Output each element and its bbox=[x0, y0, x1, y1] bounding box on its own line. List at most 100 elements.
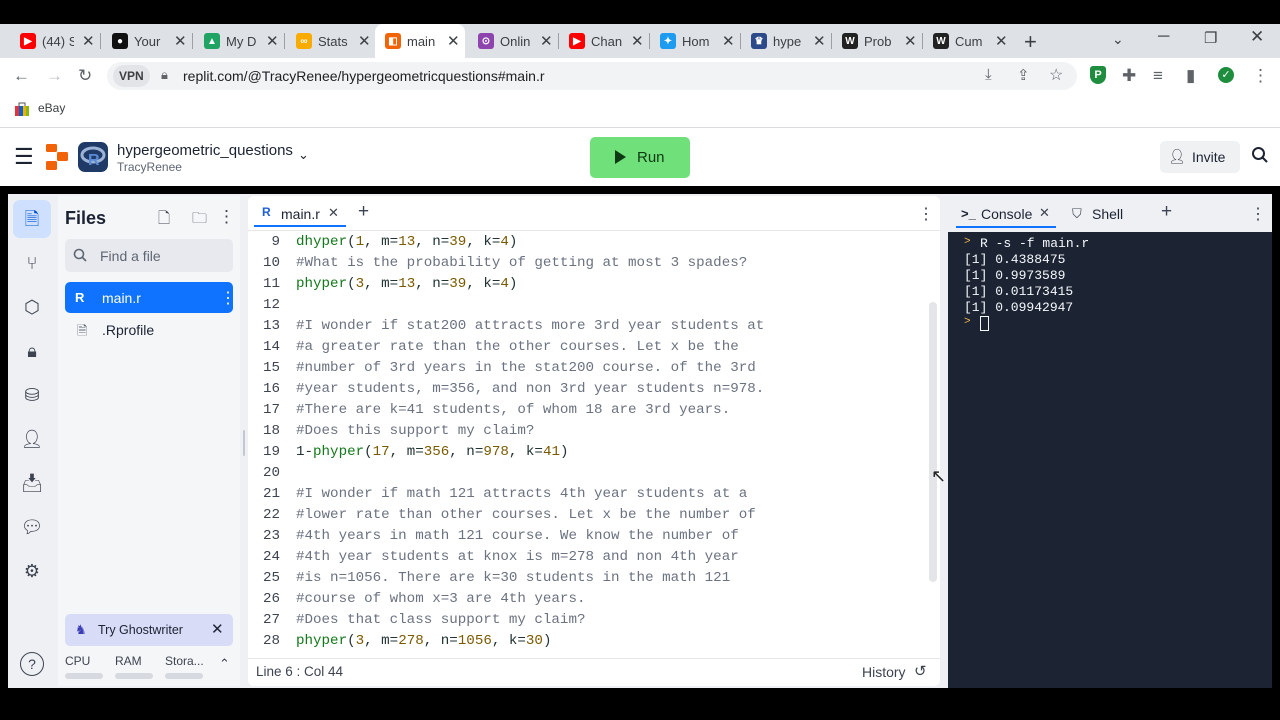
tab-console[interactable]: >_ Console ✕ bbox=[956, 200, 1056, 228]
editor-more-icon[interactable]: ⋮ bbox=[918, 204, 934, 224]
close-icon[interactable]: ✕ bbox=[82, 32, 95, 50]
repl-owner[interactable]: TracyRenee bbox=[117, 160, 182, 174]
new-tab-icon[interactable]: + bbox=[358, 201, 369, 223]
media-control-icon[interactable]: ≡ bbox=[1153, 66, 1163, 86]
file-icon[interactable]: 🗎︎ bbox=[20, 207, 44, 231]
code-line[interactable]: 1-phyper(17, m=356, n=978, k=41) bbox=[296, 444, 569, 460]
browser-tab[interactable]: ⊙ Onlin ✕ bbox=[468, 24, 556, 58]
forward-icon[interactable]: → bbox=[46, 66, 63, 86]
close-icon[interactable]: ✕ bbox=[813, 32, 826, 50]
ghostwriter-banner[interactable]: ♞ Try Ghostwriter ✕ bbox=[65, 614, 233, 646]
close-icon[interactable]: ✕ bbox=[904, 32, 917, 50]
console-more-icon[interactable]: ⋮ bbox=[1250, 204, 1266, 224]
secrets-lock-icon[interactable]: 🔒︎ bbox=[20, 339, 44, 363]
new-file-icon[interactable]: 🗋︎ bbox=[158, 208, 170, 233]
chevron-up-icon[interactable]: ⌃ bbox=[219, 656, 230, 672]
side-panel-icon[interactable]: ▮ bbox=[1186, 66, 1195, 86]
install-icon[interactable]: ⤓ bbox=[985, 66, 992, 83]
console-output[interactable]: > R -s -f main.r [1] 0.4388475 [1] 0.9973… bbox=[948, 232, 1272, 688]
search-icon[interactable] bbox=[1251, 146, 1269, 169]
share-icon[interactable]: ⇪ bbox=[1017, 66, 1030, 84]
code-line[interactable]: phyper(3, m=13, n=39, k=4) bbox=[296, 276, 517, 292]
close-icon[interactable]: ✕ bbox=[1039, 205, 1050, 221]
extensions-puzzle-icon[interactable]: ✚ bbox=[1122, 66, 1136, 86]
close-window-icon[interactable]: ✕ bbox=[1250, 27, 1264, 47]
restore-icon[interactable]: ❐ bbox=[1204, 29, 1217, 47]
code-line[interactable]: #I wonder if math 121 attracts 4th year … bbox=[296, 486, 747, 502]
bookmark-star-icon[interactable]: ☆ bbox=[1049, 65, 1063, 85]
code-line[interactable]: #year students, m=356, and non 3rd year … bbox=[296, 381, 764, 397]
repl-title[interactable]: hypergeometric_questions bbox=[117, 142, 293, 159]
back-icon[interactable]: ← bbox=[13, 66, 30, 86]
browser-tab[interactable]: ∞ Stats ✕ bbox=[286, 24, 374, 58]
browser-tab[interactable]: W Prob ✕ bbox=[832, 24, 920, 58]
code-line[interactable]: #There are k=41 students, of whom 18 are… bbox=[296, 402, 730, 418]
resource-meters[interactable]: CPU RAM Stora... ⌃ bbox=[65, 654, 240, 682]
close-icon[interactable]: ✕ bbox=[447, 32, 460, 50]
menu-icon[interactable]: ☰ bbox=[14, 146, 34, 168]
find-file-input[interactable]: Find a file bbox=[65, 239, 233, 272]
extension-shield-icon[interactable]: P bbox=[1090, 66, 1106, 84]
chat-icon[interactable]: 💬︎ bbox=[20, 515, 44, 539]
browser-tab[interactable]: ● Your ✕ bbox=[102, 24, 190, 58]
close-icon[interactable]: ✕ bbox=[540, 32, 553, 50]
file-more-icon[interactable]: ⋮ bbox=[220, 288, 236, 308]
close-icon[interactable]: ✕ bbox=[328, 205, 339, 221]
history-icon[interactable]: ↺ bbox=[914, 662, 927, 680]
code-line[interactable]: #a greater rate than the other courses. … bbox=[296, 339, 739, 355]
tab-search-icon[interactable]: ⌄ bbox=[1112, 31, 1124, 48]
history-label[interactable]: History bbox=[862, 664, 906, 680]
code-line[interactable]: #number of 3rd years in the stat200 cour… bbox=[296, 360, 756, 376]
inbox-icon[interactable]: 📥︎ bbox=[20, 471, 44, 495]
code-line[interactable]: #course of whom x=3 are 4th years. bbox=[296, 591, 585, 607]
browser-tab[interactable]: W Cum ✕ bbox=[923, 24, 1011, 58]
bookmark-ebay[interactable]: eBay bbox=[38, 101, 65, 115]
code-line[interactable]: #lower rate than other courses. Let x be… bbox=[296, 507, 756, 523]
code-line[interactable]: dhyper(1, m=13, n=39, k=4) bbox=[296, 234, 517, 250]
editor-tab-main-r[interactable]: R main.r ✕ bbox=[254, 201, 346, 227]
code-line[interactable]: #Does that class support my claim? bbox=[296, 612, 585, 628]
close-icon[interactable]: ✕ bbox=[995, 32, 1008, 50]
profile-check-icon[interactable]: ✓ bbox=[1218, 67, 1234, 83]
browser-tab[interactable]: ▶ Chan ✕ bbox=[559, 24, 647, 58]
database-icon[interactable]: ⛁ bbox=[20, 383, 44, 407]
code-line[interactable]: phyper(3, m=278, n=1056, k=30) bbox=[296, 633, 551, 649]
vpn-badge[interactable]: VPN bbox=[113, 65, 150, 87]
code-line[interactable]: #4th years in math 121 course. We know t… bbox=[296, 528, 739, 544]
new-folder-icon[interactable]: 🗀︎ bbox=[192, 208, 207, 233]
invite-button[interactable]: 👤︎ Invite bbox=[1160, 141, 1240, 173]
reload-icon[interactable]: ↻ bbox=[78, 66, 92, 86]
close-icon[interactable]: ✕ bbox=[631, 32, 644, 50]
file-item-rprofile[interactable]: 🗎︎ .Rprofile bbox=[65, 316, 233, 344]
panel-resize-handle[interactable] bbox=[243, 430, 245, 456]
replit-logo[interactable] bbox=[46, 144, 68, 175]
browser-tab[interactable]: ▲ My D ✕ bbox=[194, 24, 282, 58]
code-line[interactable]: #What is the probability of getting at m… bbox=[296, 255, 747, 271]
files-more-icon[interactable]: ⋮ bbox=[218, 207, 235, 227]
code-line[interactable]: #Does this support my claim? bbox=[296, 423, 534, 439]
git-branch-icon[interactable]: ⑂ bbox=[20, 251, 44, 275]
browser-tab[interactable]: ♛ hype ✕ bbox=[741, 24, 829, 58]
chrome-menu-icon[interactable]: ⋮ bbox=[1252, 66, 1269, 86]
browser-tab[interactable]: ◧ main ✕ bbox=[375, 24, 465, 58]
lock-icon[interactable]: 🔒︎ bbox=[161, 67, 168, 83]
new-tab-icon[interactable]: + bbox=[1161, 201, 1172, 223]
run-button[interactable]: Run bbox=[590, 137, 690, 178]
minimize-icon[interactable]: ─ bbox=[1158, 28, 1169, 46]
browser-tab[interactable]: ▶ (44) S ✕ bbox=[10, 24, 98, 58]
close-icon[interactable]: ✕ bbox=[211, 620, 224, 638]
code-line[interactable]: #is n=1056. There are k=30 students in t… bbox=[296, 570, 730, 586]
new-tab-icon[interactable]: + bbox=[1024, 29, 1037, 55]
chevron-down-icon[interactable]: ⌄ bbox=[298, 147, 309, 163]
code-line[interactable]: #I wonder if stat200 attracts more 3rd y… bbox=[296, 318, 764, 334]
close-icon[interactable]: ✕ bbox=[174, 32, 187, 50]
close-icon[interactable]: ✕ bbox=[358, 32, 371, 50]
settings-gear-icon[interactable]: ⚙ bbox=[20, 559, 44, 583]
editor-scrollbar[interactable] bbox=[929, 302, 937, 582]
tab-shell[interactable]: ⛉ Shell bbox=[1070, 200, 1140, 228]
url-text[interactable]: replit.com/@TracyRenee/hypergeometricque… bbox=[183, 68, 545, 84]
close-icon[interactable]: ✕ bbox=[722, 32, 735, 50]
browser-tab[interactable]: ✦ Hom ✕ bbox=[650, 24, 738, 58]
file-item-main-r[interactable]: R main.r ⋮ bbox=[65, 282, 236, 313]
user-icon[interactable]: 👤︎ bbox=[20, 427, 44, 451]
